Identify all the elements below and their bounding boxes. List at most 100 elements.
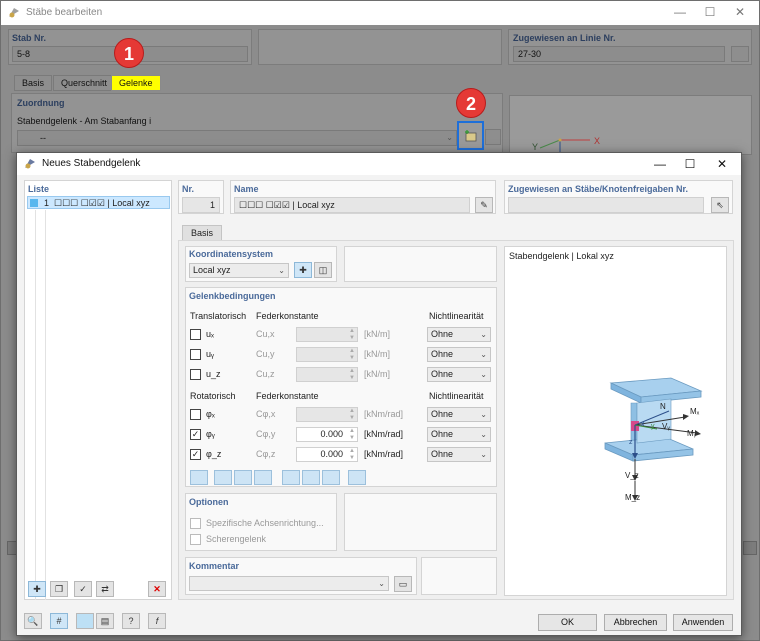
edit-hinge-button[interactable]	[485, 129, 501, 145]
minimize-button[interactable]: —	[665, 1, 695, 23]
nr-field[interactable]: 1	[182, 197, 220, 213]
spinner-arrows-icon[interactable]: ▲ ▼	[349, 368, 355, 382]
list-copy-button[interactable]: ❐	[50, 581, 68, 597]
condition-checkbox[interactable]: ✓	[190, 429, 201, 440]
label-my: Mᵧ	[687, 429, 697, 438]
tab-basis-inner[interactable]: Basis	[182, 225, 222, 241]
comment-edit-button[interactable]: ▭	[394, 576, 412, 592]
chevron-down-icon: ⌄	[480, 410, 487, 419]
spring-input[interactable]: ▲ ▼	[296, 367, 358, 382]
label-vy: Vᵧ	[662, 422, 670, 431]
preset-mymz-button[interactable]	[322, 470, 340, 485]
apply-button[interactable]: Anwenden	[673, 614, 733, 631]
label-mz: M_z	[625, 493, 641, 502]
list-uncheck-button[interactable]: ⇄	[96, 581, 114, 597]
outer-preview-panel: X Y	[509, 95, 752, 156]
preset-my-button[interactable]	[282, 470, 300, 485]
nonlinearity-select[interactable]: Ohne ⌄	[427, 447, 491, 462]
zuordnung-panel: Zuordnung Stabendgelenk - Am Stabanfang …	[11, 93, 503, 153]
nr-panel: Nr. 1	[178, 180, 224, 214]
assigned-line-field[interactable]: 27-30	[513, 46, 725, 62]
dialog-close-button[interactable]: ✕	[707, 153, 737, 175]
search-icon-button[interactable]: 🔍	[24, 613, 42, 629]
spinner-arrows-icon[interactable]: ▲ ▼	[349, 348, 355, 362]
nonlinearity-select[interactable]: Ohne ⌄	[427, 427, 491, 442]
list-label: Liste	[28, 184, 50, 194]
edit-coordinate-system-button[interactable]: ◫	[314, 262, 332, 278]
new-hinge-button-highlight[interactable]	[457, 121, 484, 150]
dialog-minimize-button[interactable]: —	[645, 153, 675, 175]
pick-members-button[interactable]: ⇖	[711, 197, 729, 213]
list-check-button[interactable]: ✓	[74, 581, 92, 597]
outer-bottom-button[interactable]	[743, 541, 757, 555]
preset-vy-button[interactable]	[214, 470, 232, 485]
nonlinearity-select[interactable]: Ohne ⌄	[427, 327, 491, 342]
options-label: Optionen	[189, 497, 229, 507]
nonlinearity-select[interactable]: Ohne ⌄	[427, 367, 491, 382]
list-new-button[interactable]: ✚	[28, 581, 46, 597]
assigned-members-label: Zugewiesen an Stäbe/Knotenfreigaben Nr.	[508, 184, 689, 194]
units-button[interactable]: #	[50, 613, 68, 629]
spinner-arrows-icon[interactable]: ▲ ▼	[349, 448, 355, 462]
rotational-label: Rotatorisch	[190, 391, 236, 401]
tab-basis[interactable]: Basis	[14, 75, 53, 91]
preset-nx-button[interactable]	[190, 470, 208, 485]
pick-line-button[interactable]	[731, 46, 749, 62]
assigned-members-field[interactable]	[508, 197, 704, 213]
option-scissor-checkbox[interactable]	[190, 534, 201, 545]
preset-vyvz-button[interactable]	[254, 470, 272, 485]
nonlinearity-select[interactable]: Ohne ⌄	[427, 347, 491, 362]
nonlinearity-value: Ohne	[431, 409, 454, 419]
list-item[interactable]: 1 ☐☐☐ ☐☑☑ | Local xyz	[27, 196, 170, 209]
name-field[interactable]: ☐☐☐ ☐☑☑ | Local xyz	[234, 197, 470, 213]
spring-input[interactable]: ▲ ▼	[296, 407, 358, 422]
edit-name-button[interactable]: ✎	[475, 197, 493, 213]
spring-input[interactable]: ▲ ▼	[296, 347, 358, 362]
spring-symbol: Cφ,y	[256, 429, 276, 439]
table-button[interactable]: ▤	[96, 613, 114, 629]
spring-symbol: Cφ,z	[256, 449, 276, 459]
list-item-text: ☐☐☐ ☐☑☑ | Local xyz	[54, 198, 150, 208]
option-axis-checkbox[interactable]	[190, 518, 201, 529]
spring-input[interactable]: 0.000 ▲ ▼	[296, 427, 358, 442]
new-coordinate-system-button[interactable]: ✚	[294, 262, 312, 278]
cancel-button[interactable]: Abbrechen	[604, 614, 667, 631]
formula-button[interactable]: f	[148, 613, 166, 629]
preset-mz-button[interactable]	[302, 470, 320, 485]
condition-symbol: φₓ	[206, 409, 215, 419]
spring-value: 0.000	[320, 449, 343, 459]
maximize-button[interactable]: ☐	[695, 1, 725, 23]
ok-button[interactable]: OK	[538, 614, 597, 631]
coordinate-system-select[interactable]: Local xyz ⌄	[189, 263, 289, 278]
list-delete-button[interactable]: ✕	[148, 581, 166, 597]
condition-checkbox[interactable]: ✓	[190, 449, 201, 460]
color-button[interactable]	[76, 613, 94, 629]
condition-checkbox[interactable]	[190, 329, 201, 340]
label-mx: Mₓ	[690, 407, 700, 416]
spinner-arrows-icon[interactable]: ▲ ▼	[349, 408, 355, 422]
dialog-maximize-button[interactable]: ☐	[675, 153, 705, 175]
condition-symbol: uᵧ	[206, 349, 214, 359]
option-scissor-label: Scherengelenk	[206, 534, 267, 544]
help-button[interactable]: ?	[122, 613, 140, 629]
stabendgelenk-select[interactable]: -- ⌄	[17, 130, 457, 146]
assigned-line-panel: Zugewiesen an Linie Nr. 27-30	[508, 29, 752, 65]
condition-checkbox[interactable]	[190, 369, 201, 380]
tab-querschnitt[interactable]: Querschnitt	[53, 75, 116, 91]
comment-select[interactable]: ⌄	[189, 576, 389, 591]
spring-input[interactable]: 0.000 ▲ ▼	[296, 447, 358, 462]
tab-gelenke[interactable]: Gelenke	[111, 75, 161, 91]
preset-vz-button[interactable]	[234, 470, 252, 485]
label-y: y	[651, 423, 655, 430]
spinner-arrows-icon[interactable]: ▲ ▼	[349, 428, 355, 442]
nonlinearity-select[interactable]: Ohne ⌄	[427, 407, 491, 422]
condition-checkbox[interactable]	[190, 349, 201, 360]
close-button[interactable]: ✕	[725, 1, 755, 23]
spinner-arrows-icon[interactable]: ▲ ▼	[349, 328, 355, 342]
spring-unit: [kNm/rad]	[364, 409, 404, 419]
axis-x-label: X	[594, 136, 601, 146]
condition-checkbox[interactable]	[190, 409, 201, 420]
condition-symbol: φ_z	[206, 449, 222, 459]
preset-clear-button[interactable]	[348, 470, 366, 485]
spring-input[interactable]: ▲ ▼	[296, 327, 358, 342]
